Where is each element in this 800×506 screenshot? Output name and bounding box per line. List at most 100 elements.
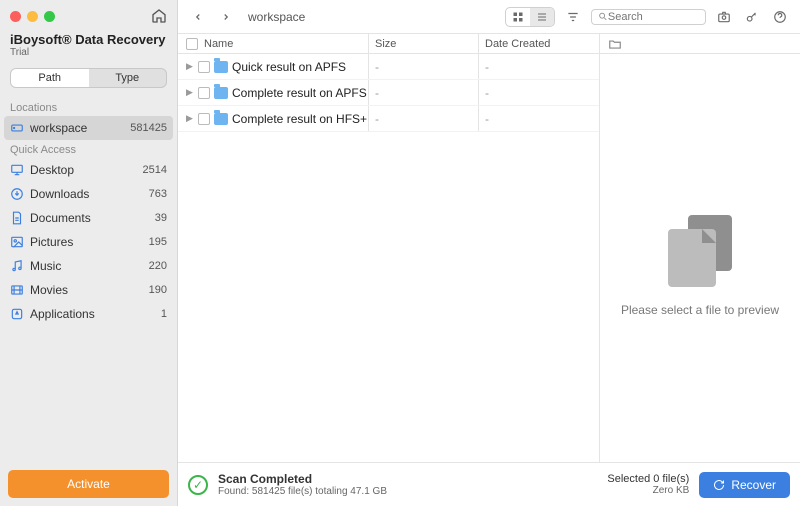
select-all-checkbox[interactable] <box>186 38 198 50</box>
row-size: - <box>368 80 478 105</box>
key-button[interactable] <box>742 7 762 27</box>
disk-icon <box>10 121 24 135</box>
sidebar-item-downloads[interactable]: Downloads 763 <box>0 182 177 206</box>
row-size: - <box>368 106 478 131</box>
status-detail: Found: 581425 file(s) totaling 47.1 GB <box>218 486 387 497</box>
preview-panel: Please select a file to preview <box>600 34 800 462</box>
folder-icon <box>214 113 228 125</box>
row-checkbox[interactable] <box>198 87 210 99</box>
table-row[interactable]: ▶ Complete result on HFS+ - - <box>178 106 599 132</box>
sidebar-item-count: 1 <box>161 308 167 320</box>
search-field[interactable] <box>591 9 706 25</box>
segment-path[interactable]: Path <box>11 69 89 87</box>
nav-back-button[interactable] <box>188 7 208 27</box>
sidebar: iBoysoft® Data Recovery Trial Path Type … <box>0 0 178 506</box>
home-icon[interactable] <box>151 8 167 24</box>
license-label: Trial <box>10 47 167 58</box>
sidebar-item-label: Documents <box>30 211 149 225</box>
row-name: Quick result on APFS <box>232 60 346 74</box>
file-preview-icon <box>668 215 732 287</box>
sidebar-item-count: 2514 <box>143 164 167 176</box>
sidebar-item-count: 581425 <box>130 122 167 134</box>
row-checkbox[interactable] <box>198 113 210 125</box>
row-size: - <box>368 54 478 79</box>
breadcrumb: workspace <box>248 10 305 24</box>
view-mode-segmented[interactable]: Path Type <box>10 68 167 88</box>
recover-button[interactable]: Recover <box>699 472 790 498</box>
row-date: - <box>478 106 599 131</box>
download-icon <box>10 187 24 201</box>
view-toggle[interactable] <box>505 7 555 27</box>
check-icon: ✓ <box>188 475 208 495</box>
movie-icon <box>10 283 24 297</box>
search-input[interactable] <box>608 11 699 23</box>
search-icon <box>598 11 608 22</box>
row-date: - <box>478 54 599 79</box>
sidebar-item-count: 763 <box>149 188 167 200</box>
music-icon <box>10 259 24 273</box>
folder-icon <box>214 87 228 99</box>
brand: iBoysoft® Data Recovery Trial <box>0 32 177 60</box>
disclosure-icon[interactable]: ▶ <box>186 61 194 72</box>
disclosure-icon[interactable]: ▶ <box>186 87 194 98</box>
row-name: Complete result on HFS+ <box>232 112 367 126</box>
preview-header <box>600 34 800 54</box>
sidebar-item-label: Desktop <box>30 163 137 177</box>
folder-icon <box>214 61 228 73</box>
sidebar-item-label: Pictures <box>30 235 143 249</box>
refresh-icon <box>713 479 725 491</box>
table-row[interactable]: ▶ Quick result on APFS - - <box>178 54 599 80</box>
sidebar-item-count: 190 <box>149 284 167 296</box>
sidebar-item-movies[interactable]: Movies 190 <box>0 278 177 302</box>
sidebar-item-pictures[interactable]: Pictures 195 <box>0 230 177 254</box>
filter-button[interactable] <box>563 7 583 27</box>
selected-count: Selected 0 file(s) <box>607 473 689 485</box>
sidebar-item-applications[interactable]: Applications 1 <box>0 302 177 326</box>
sidebar-item-label: Applications <box>30 307 155 321</box>
status-bar: ✓ Scan Completed Found: 581425 file(s) t… <box>178 462 800 506</box>
sidebar-item-count: 220 <box>149 260 167 272</box>
document-icon <box>10 211 24 225</box>
minimize-window-button[interactable] <box>27 11 38 22</box>
toolbar: workspace <box>178 0 800 34</box>
app-icon <box>10 307 24 321</box>
sidebar-item-label: Movies <box>30 283 143 297</box>
sidebar-item-documents[interactable]: Documents 39 <box>0 206 177 230</box>
sidebar-item-desktop[interactable]: Desktop 2514 <box>0 158 177 182</box>
column-size[interactable]: Size <box>368 34 478 53</box>
camera-button[interactable] <box>714 7 734 27</box>
recover-label: Recover <box>731 478 776 492</box>
sidebar-item-label: Downloads <box>30 187 143 201</box>
locations-heading: Locations <box>0 98 177 116</box>
desktop-icon <box>10 163 24 177</box>
status-title: Scan Completed <box>218 472 387 486</box>
grid-view-button[interactable] <box>506 8 530 26</box>
sidebar-item-count: 39 <box>155 212 167 224</box>
row-checkbox[interactable] <box>198 61 210 73</box>
selected-size: Zero KB <box>607 485 689 496</box>
disclosure-icon[interactable]: ▶ <box>186 113 194 124</box>
file-list: Name Size Date Created ▶ Quick result on… <box>178 34 600 462</box>
close-window-button[interactable] <box>10 11 21 22</box>
sidebar-item-workspace[interactable]: workspace 581425 <box>4 116 173 140</box>
zoom-window-button[interactable] <box>44 11 55 22</box>
help-button[interactable] <box>770 7 790 27</box>
nav-forward-button[interactable] <box>216 7 236 27</box>
app-title: iBoysoft® Data Recovery <box>10 32 167 47</box>
list-header: Name Size Date Created <box>178 34 599 54</box>
preview-empty-text: Please select a file to preview <box>621 303 779 317</box>
sidebar-item-count: 195 <box>149 236 167 248</box>
sidebar-item-label: Music <box>30 259 143 273</box>
column-date[interactable]: Date Created <box>478 34 599 53</box>
sidebar-item-music[interactable]: Music 220 <box>0 254 177 278</box>
list-view-button[interactable] <box>530 8 554 26</box>
activate-button[interactable]: Activate <box>8 470 169 498</box>
picture-icon <box>10 235 24 249</box>
quick-access-heading: Quick Access <box>0 140 177 158</box>
sidebar-item-label: workspace <box>30 121 124 135</box>
folder-outline-icon <box>608 37 622 51</box>
segment-type[interactable]: Type <box>89 69 167 87</box>
column-name[interactable]: Name <box>204 38 233 50</box>
row-date: - <box>478 80 599 105</box>
table-row[interactable]: ▶ Complete result on APFS - - <box>178 80 599 106</box>
